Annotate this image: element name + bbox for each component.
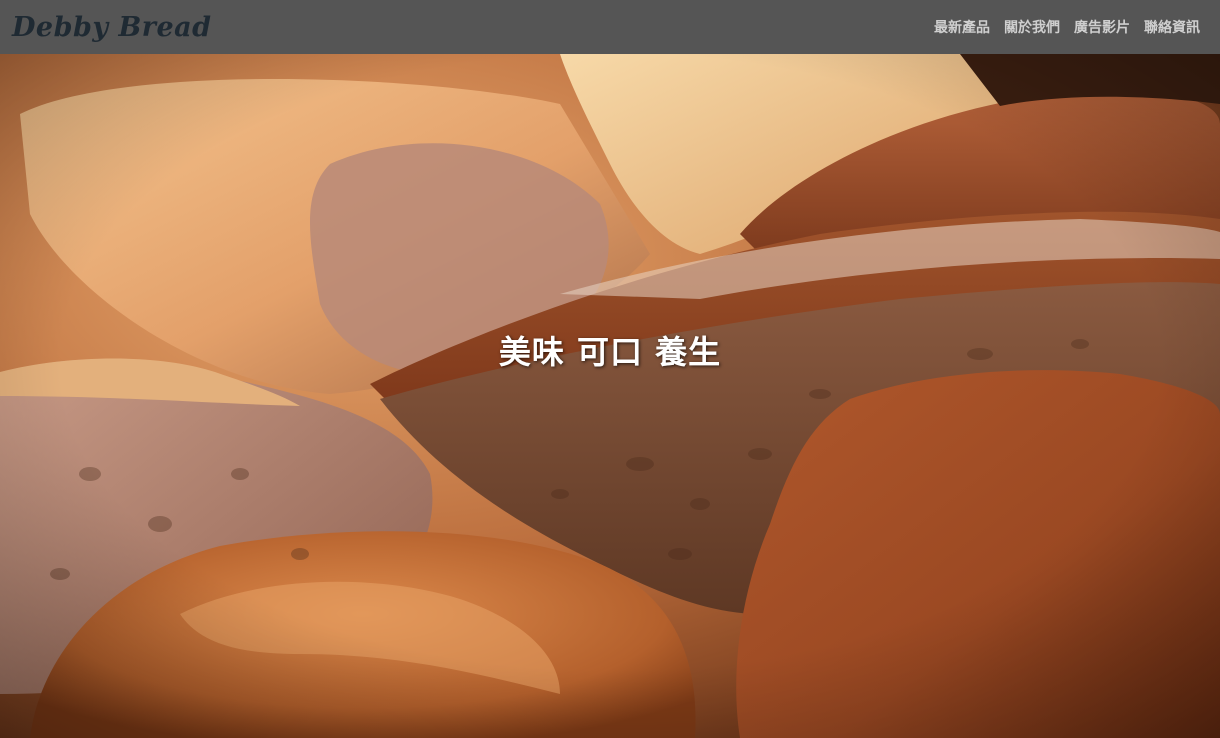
nav-links: 最新產品 關於我們 廣告影片 聯絡資訊 [934, 17, 1208, 37]
hero-banner: 美味 可口 養生 [0, 54, 1220, 738]
nav-link-latest-products[interactable]: 最新產品 [934, 17, 990, 37]
page: Debby Bread 最新產品 關於我們 廣告影片 聯絡資訊 美味 可口 養生 [0, 0, 1220, 738]
nav-link-contact[interactable]: 聯絡資訊 [1144, 17, 1200, 37]
hero-bread-image [0, 54, 1220, 738]
hero-title: 美味 可口 養生 [498, 333, 722, 371]
navbar: Debby Bread 最新產品 關於我們 廣告影片 聯絡資訊 [0, 0, 1220, 54]
nav-link-ad-videos[interactable]: 廣告影片 [1074, 17, 1130, 37]
brand-logo[interactable]: Debby Bread [12, 12, 212, 43]
nav-link-about-us[interactable]: 關於我們 [1004, 17, 1060, 37]
